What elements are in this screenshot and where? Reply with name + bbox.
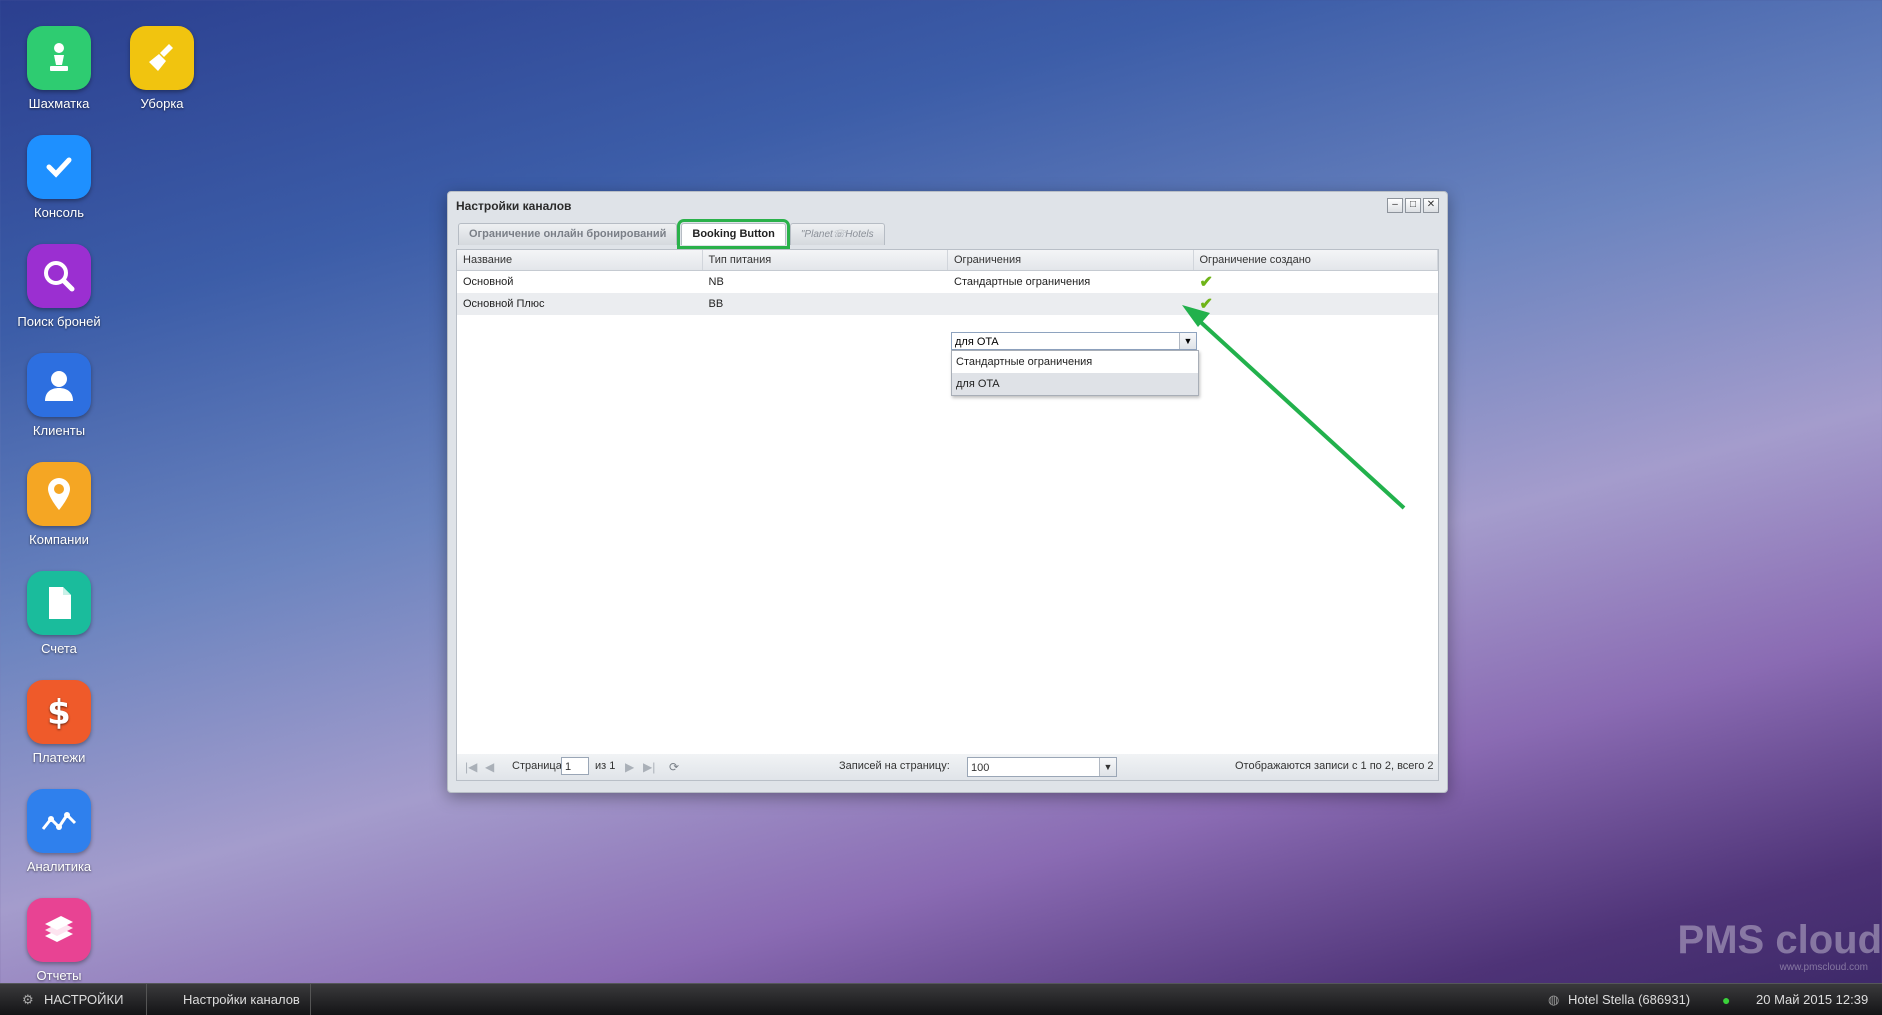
gear-icon: ⚙ [22, 992, 34, 1007]
taskbar-settings-button[interactable]: НАСТРОЙКИ [44, 992, 123, 1007]
taskbar-window-button[interactable]: Настройки каналов [183, 992, 300, 1007]
brand-watermark: PMS cloud [1677, 918, 1882, 962]
datetime: 20 Май 2015 12:39 [1756, 992, 1869, 1007]
annotation-arrow-icon [1182, 305, 1406, 510]
brand-watermark-url: www.pmscloud.com [1779, 962, 1868, 973]
globe-icon: ◍ [1548, 992, 1560, 1007]
online-status-icon: ● [1722, 992, 1731, 1008]
hotel-name: Hotel Stella (686931) [1568, 992, 1691, 1007]
taskbar: ⚙ НАСТРОЙКИ Настройки каналов ◍ Hotel St… [0, 983, 1882, 1015]
